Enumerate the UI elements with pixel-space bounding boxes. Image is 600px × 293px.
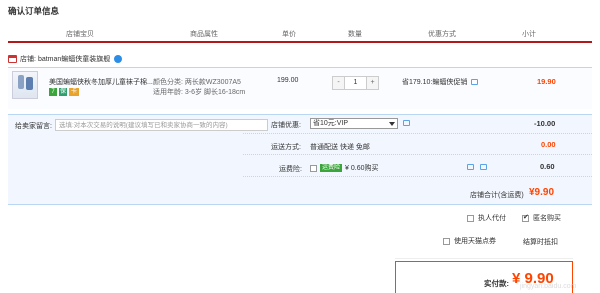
chevron-down-icon [389,122,395,126]
prop-color-value: 两长款WZ3007A5 [184,79,241,86]
col-header-shop-item: 店铺宝贝 [66,31,94,38]
tmall-coupon-label: 使用天猫点券 [454,238,496,245]
row-divider [243,133,592,134]
col-header-price: 单价 [282,31,296,38]
insurance-info-icon[interactable] [467,164,474,170]
quantity-stepper: - 1 + [332,76,379,90]
shipping-method: 普通配送 快递 免邮 [310,144,370,151]
insurance-checkbox[interactable] [310,164,317,172]
tmall-coupon-checkbox[interactable] [443,237,450,245]
shop-discount-amount: -10.00 [534,119,556,128]
shop-total-amount: ¥9.90 [529,187,555,198]
row-divider [243,176,592,177]
shipping-amount: 0.00 [541,140,556,149]
anonymous-buy-label: 匿名购买 [533,215,561,222]
shop-bar: 店铺: batman蝙蝠侠童装旗舰 [8,54,123,64]
discount-detail-icon[interactable] [403,120,410,126]
col-header-subtotal: 小计 [522,31,536,38]
pay-label: 实付款: [484,279,509,288]
seller-message-input[interactable]: 选填:对本次交易的说明(建议填写已和卖家协商一致的内容) [55,119,268,131]
pay-by-other-checkbox[interactable] [467,214,474,222]
col-header-discount: 优惠方式 [428,31,456,38]
shipping-label: 运送方式: [271,144,301,151]
insurance-price: ¥ 0.60购买 [345,165,379,172]
shop-total-label: 店铺合计(含运费) [470,192,524,199]
tmall-coupon-option: 使用天猫点券 [443,236,496,246]
shop-discount-label: 店铺优惠: [271,122,301,129]
item-name-link[interactable]: 美国蝙蝠侠秋冬加厚儿童袜子棉... [49,77,153,87]
prop-age: 适用年龄: 3-6岁 脚长16-18cm [153,87,245,97]
header-divider [8,41,592,43]
card-pay-icon: 卡 [69,88,79,96]
qty-minus-button[interactable]: - [333,77,344,89]
qty-plus-button[interactable]: + [367,77,378,89]
shop-label: 店铺: [20,56,36,63]
unit-price: 199.00 [277,77,299,84]
insurance-tag: 运费险 [320,164,343,172]
order-item-row [8,67,592,109]
qty-input[interactable]: 1 [344,77,367,89]
insurance-help-icon[interactable] [480,164,487,170]
wangwang-chat-icon[interactable] [114,55,123,63]
item-thumbnail[interactable] [12,71,38,99]
prop-age-value: 3-6岁 脚长16-18cm [184,89,246,96]
prop-color: 颜色分类: 两长款WZ3007A5 [153,77,241,87]
pay-by-other-label: 执人代付 [478,215,506,222]
shop-discount-selected: 省10元:VIP [313,120,349,127]
page-title: 确认订单信息 [8,6,60,16]
seven-day-return-icon: 7 [49,88,57,96]
insurance-label: 运费险: [279,166,302,173]
guarantee-icon: 保 [59,88,67,96]
pay-by-other-option: 执人代付 [467,213,506,223]
item-discount-text: 省179.10:蝙蝠侠促销 [402,79,468,86]
shop-discount-select[interactable]: 省10元:VIP [310,118,398,129]
anonymous-buy-checkbox[interactable] [522,213,529,222]
col-header-props: 商品属性 [190,31,218,38]
discount-info-icon[interactable] [471,79,479,85]
prop-color-label: 颜色分类: [153,79,183,86]
item-subtotal: 19.90 [537,77,556,86]
insurance-amount: 0.60 [540,162,555,171]
settle-deduct-label: 结算时抵扣 [523,239,558,246]
col-header-qty: 数量 [348,31,362,38]
message-label: 给卖家留言: [15,123,52,130]
insurance-option: 运费险 ¥ 0.60购买 [310,163,378,173]
watermark: jingyan.baidu.com [520,283,577,290]
anonymous-buy-option: 匿名购买 [522,213,561,223]
shop-icon [8,55,17,63]
shop-name-link[interactable]: batman蝙蝠侠童装旗舰 [38,54,110,64]
row-divider [243,154,592,155]
prop-age-label: 适用年龄: [153,89,183,96]
pay-divider [395,258,573,259]
item-discount: 省179.10:蝙蝠侠促销 [402,77,479,87]
